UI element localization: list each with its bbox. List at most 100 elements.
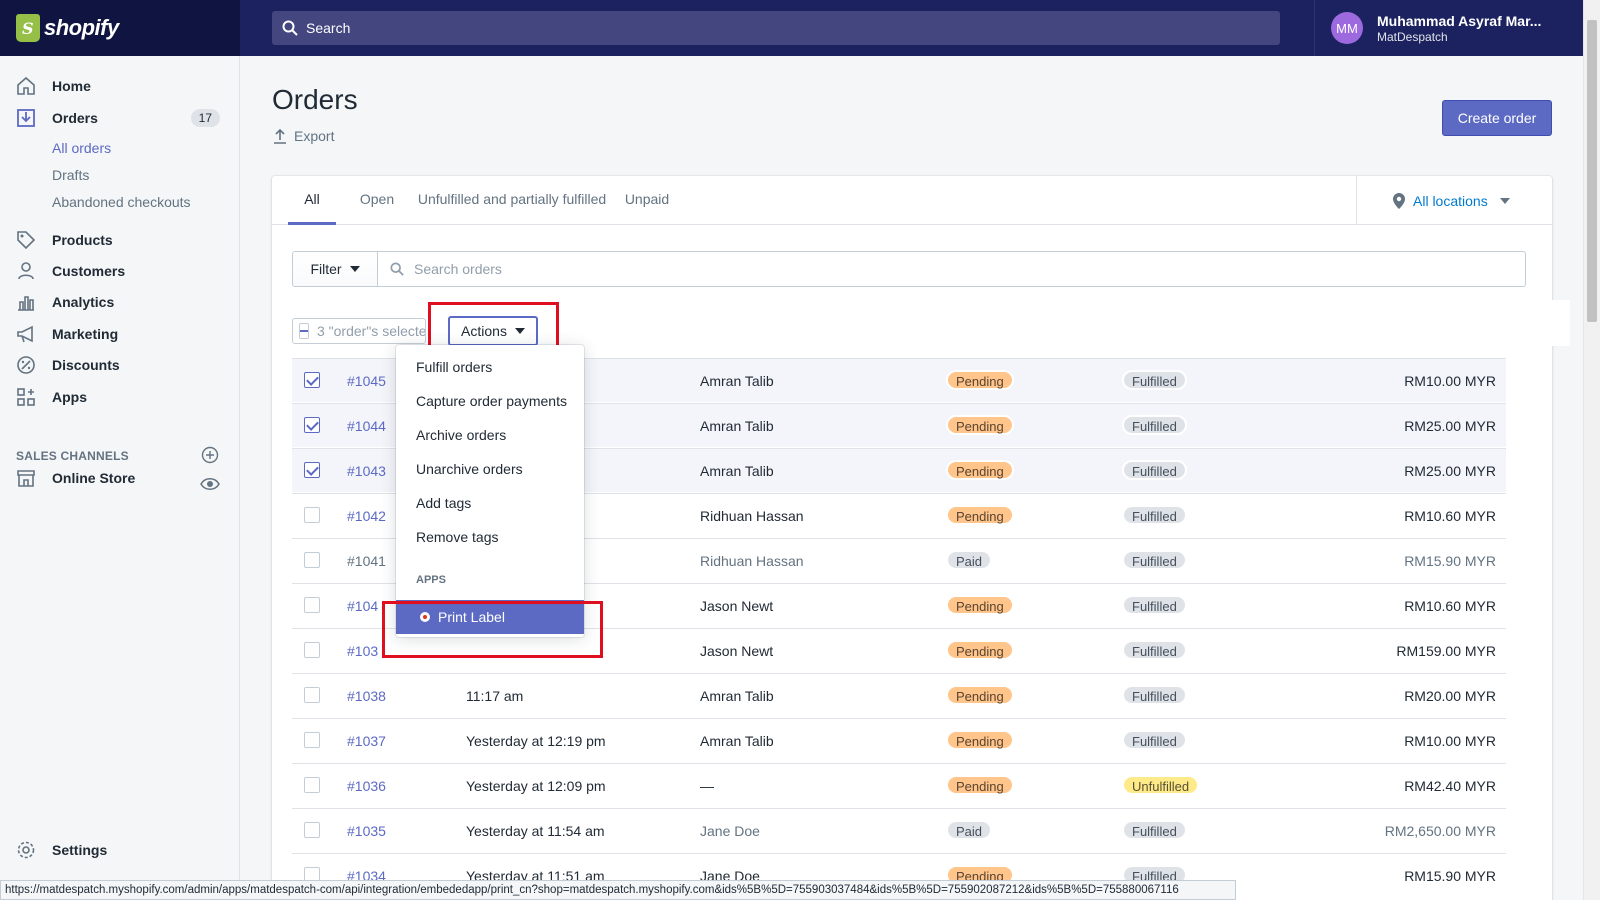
payment-status-badge: Pending bbox=[946, 415, 1014, 435]
menu-item-archive-orders[interactable]: Archive orders bbox=[416, 427, 506, 443]
tab-open[interactable]: Open bbox=[352, 176, 402, 225]
payment-status-badge: Pending bbox=[946, 685, 1014, 705]
page-title: Orders bbox=[272, 84, 358, 115]
row-checkbox[interactable] bbox=[304, 777, 320, 793]
sidebar-item-orders[interactable]: Orders 17 bbox=[16, 104, 224, 132]
sidebar-item-discounts[interactable]: Discounts bbox=[16, 351, 224, 379]
export-button[interactable]: Export bbox=[272, 128, 334, 144]
logo-text: shopify bbox=[44, 15, 119, 40]
order-number-link[interactable]: #103 bbox=[347, 643, 378, 659]
row-checkbox[interactable] bbox=[304, 822, 320, 838]
export-label: Export bbox=[294, 128, 335, 144]
sidebar-item-customers[interactable]: Customers bbox=[16, 257, 224, 285]
table-row[interactable]: #1038 11:17 am Amran Talib Pending Fulfilled… bbox=[292, 673, 1506, 717]
eye-icon[interactable] bbox=[200, 476, 220, 492]
sidebar-item-home[interactable]: Home bbox=[16, 72, 224, 100]
payment-status-badge: Pending bbox=[946, 370, 1014, 390]
order-total: RM25.00 MYR bbox=[1404, 418, 1496, 434]
order-customer: Amran Talib bbox=[700, 418, 774, 434]
add-channel-icon[interactable] bbox=[201, 446, 219, 464]
order-customer: Amran Talib bbox=[700, 463, 774, 479]
scrollbar-thumb[interactable] bbox=[1587, 20, 1597, 322]
table-row[interactable]: #1037 Yesterday at 12:19 pm Amran Talib Pen… bbox=[292, 718, 1506, 762]
tab-all[interactable]: All bbox=[288, 176, 336, 225]
page-edge bbox=[1550, 300, 1570, 346]
row-checkbox[interactable] bbox=[304, 597, 320, 613]
order-number-link[interactable]: #1045 bbox=[347, 373, 386, 389]
row-checkbox[interactable] bbox=[304, 372, 320, 388]
sidebar-item-products[interactable]: Products bbox=[16, 226, 224, 254]
order-date: 11:17 am bbox=[466, 688, 524, 704]
order-customer: Amran Talib bbox=[700, 688, 774, 704]
table-row[interactable]: #1036 Yesterday at 12:09 pm — Pending Unfulf… bbox=[292, 763, 1506, 807]
search-orders-input[interactable]: Search orders bbox=[377, 251, 1526, 287]
menu-item-remove-tags[interactable]: Remove tags bbox=[416, 529, 498, 545]
tab-unfulfilled[interactable]: Unfulfilled and partially fulfilled bbox=[412, 176, 612, 225]
tab-unpaid[interactable]: Unpaid bbox=[618, 176, 676, 225]
order-customer: — bbox=[700, 778, 714, 794]
order-number-link[interactable]: #1035 bbox=[347, 823, 386, 839]
global-search-input[interactable]: Search bbox=[272, 11, 1280, 45]
locations-select[interactable]: All locations bbox=[1356, 176, 1552, 225]
megaphone-icon bbox=[16, 324, 36, 344]
shopify-logo[interactable]: shopify bbox=[0, 0, 240, 56]
order-number-link[interactable]: #1037 bbox=[347, 733, 386, 749]
shopify-bag-icon bbox=[16, 14, 40, 42]
scrollbar[interactable] bbox=[1583, 0, 1600, 900]
payment-status-badge: Pending bbox=[946, 460, 1014, 480]
order-number-link[interactable]: #1041 bbox=[347, 553, 386, 569]
locations-label: All locations bbox=[1413, 192, 1488, 209]
sidebar-item-marketing[interactable]: Marketing bbox=[16, 320, 224, 348]
sidebar-item-apps[interactable]: Apps bbox=[16, 383, 224, 411]
create-order-button[interactable]: Create order bbox=[1442, 100, 1552, 136]
menu-item-add-tags[interactable]: Add tags bbox=[416, 495, 471, 511]
sidebar-item-online-store[interactable]: Online Store bbox=[16, 464, 224, 492]
order-customer: Ridhuan Hassan bbox=[700, 508, 804, 524]
avatar: MM bbox=[1331, 12, 1363, 44]
filter-button[interactable]: Filter bbox=[292, 251, 378, 287]
row-checkbox[interactable] bbox=[304, 417, 320, 433]
row-checkbox[interactable] bbox=[304, 642, 320, 658]
order-number-link[interactable]: #1042 bbox=[347, 508, 386, 524]
sidebar-sub-all-orders[interactable]: All orders bbox=[52, 140, 111, 156]
payment-status-badge: Paid bbox=[946, 820, 993, 840]
deselect-checkbox[interactable] bbox=[299, 323, 309, 339]
order-number-link[interactable]: #104 bbox=[347, 598, 378, 614]
order-number-link[interactable]: #1043 bbox=[347, 463, 386, 479]
sidebar-item-settings[interactable]: Settings bbox=[16, 836, 224, 864]
order-customer: Jason Newt bbox=[700, 643, 774, 659]
sidebar-item-analytics[interactable]: Analytics bbox=[16, 288, 224, 316]
sidebar-sub-abandoned-checkouts[interactable]: Abandoned checkouts bbox=[52, 194, 191, 210]
row-checkbox[interactable] bbox=[304, 552, 320, 568]
menu-item-capture-payments[interactable]: Capture order payments bbox=[416, 393, 567, 409]
order-total: RM10.60 MYR bbox=[1404, 508, 1496, 524]
status-bar-url: https://matdespatch.myshopify.com/admin/… bbox=[0, 880, 1236, 900]
order-number-link[interactable]: #1036 bbox=[347, 778, 386, 794]
person-icon bbox=[16, 261, 36, 281]
row-checkbox[interactable] bbox=[304, 687, 320, 703]
fulfillment-status-badge: Fulfilled bbox=[1122, 820, 1187, 840]
order-number-link[interactable]: #1044 bbox=[347, 418, 386, 434]
order-tabs: All Open Unfulfilled and partially fulfi… bbox=[272, 176, 1552, 225]
order-number-link[interactable]: #1038 bbox=[347, 688, 386, 704]
order-total: RM15.90 MYR bbox=[1404, 553, 1496, 569]
menu-item-fulfill-orders[interactable]: Fulfill orders bbox=[416, 359, 492, 375]
order-date: Yesterday at 11:54 am bbox=[466, 823, 605, 839]
sidebar-sub-drafts[interactable]: Drafts bbox=[52, 167, 89, 183]
gear-icon bbox=[16, 840, 36, 860]
order-customer: Jason Newt bbox=[700, 598, 774, 614]
fulfillment-status-badge: Unfulfilled bbox=[1122, 775, 1200, 795]
row-checkbox[interactable] bbox=[304, 732, 320, 748]
table-row[interactable]: #1035 Yesterday at 11:54 am Jane Doe Paid Fu… bbox=[292, 808, 1506, 852]
selected-count: 3 "order"s selected bbox=[317, 323, 426, 339]
discount-icon bbox=[16, 355, 36, 375]
user-menu[interactable]: MM Muhammad Asyraf Mar... MatDespatch bbox=[1314, 0, 1576, 56]
row-checkbox[interactable] bbox=[304, 462, 320, 478]
sidebar-item-label: Discounts bbox=[52, 357, 120, 373]
menu-item-unarchive-orders[interactable]: Unarchive orders bbox=[416, 461, 523, 477]
row-checkbox[interactable] bbox=[304, 507, 320, 523]
apps-icon bbox=[16, 387, 36, 407]
sidebar-item-label: Home bbox=[52, 78, 91, 94]
bulk-select-toggle[interactable]: 3 "order"s selected bbox=[292, 318, 426, 344]
fulfillment-status-badge: Fulfilled bbox=[1122, 370, 1187, 390]
